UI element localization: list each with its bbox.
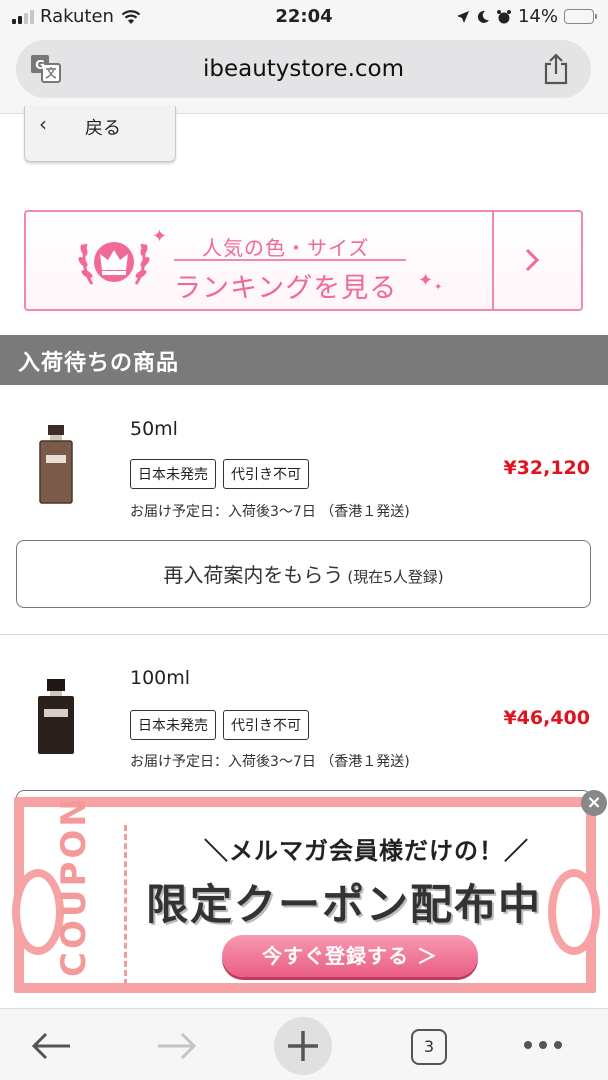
status-bar: Rakuten 22:04 14%: [0, 0, 608, 34]
coupon-popup[interactable]: COUPON ＼メルマガ会員様だけの！／ 限定クーポン配布中 今すぐ登録する ＞: [12, 795, 600, 993]
plus-icon: [288, 1031, 318, 1061]
browser-address-area: G ibeautystore.com: [0, 34, 608, 114]
section-title: 入荷待ちの商品: [18, 351, 180, 376]
coupon-card: COUPON ＼メルマガ会員様だけの！／ 限定クーポン配布中 今すぐ登録する ＞: [12, 795, 600, 985]
back-button[interactable]: ‹ 戻る: [24, 106, 176, 162]
coupon-register-button[interactable]: 今すぐ登録する ＞: [222, 935, 478, 977]
sparkle-icon: ✦: [434, 282, 443, 293]
new-tab-button[interactable]: [274, 1017, 332, 1075]
perfume-bottle-image: [38, 679, 74, 754]
delivery-estimate: お届け予定日：入荷後3〜7日 （香港１発送): [130, 504, 410, 520]
restock-notify-label: 再入荷案内をもらう: [163, 563, 344, 587]
address-bar[interactable]: G ibeautystore.com: [16, 40, 591, 98]
product-tags: 日本未発売 代引き不可: [130, 459, 309, 489]
product-volume: 50ml: [130, 418, 178, 440]
url-text: ibeautystore.com: [202, 56, 405, 82]
back-button-label: 戻る: [85, 118, 121, 139]
sparkle-icon: ✦: [418, 270, 434, 291]
coupon-vertical-label: COUPON: [54, 795, 94, 977]
delivery-estimate: お届け予定日：入荷後3〜7日 （香港１発送): [130, 754, 410, 770]
back-arrow-icon[interactable]: [30, 1031, 72, 1061]
battery-percent: 14%: [517, 6, 558, 27]
divider: [492, 212, 494, 309]
restock-notify-button[interactable]: 再入荷案内をもらう (現在5人登録): [16, 540, 591, 608]
product-item[interactable]: 50ml 日本未発売 代引き不可 ¥32,120 お届け予定日：入荷後3〜7日 …: [0, 385, 608, 635]
more-icon[interactable]: [522, 1039, 564, 1051]
ranking-banner[interactable]: ✦ ✦ ✦ 人気の色・サイズ ランキングを見る: [24, 210, 583, 311]
ranking-banner-line1: 人気の色・サイズ: [202, 236, 370, 260]
share-icon[interactable]: [543, 53, 569, 85]
coupon-notch: [548, 869, 600, 955]
status-right: 14%: [456, 6, 597, 27]
product-price: ¥32,120: [503, 457, 590, 479]
product-tag: 日本未発売: [130, 710, 216, 740]
crown-laurel-icon: [78, 242, 150, 285]
browser-toolbar: 3: [0, 1008, 608, 1080]
section-header: 入荷待ちの商品: [0, 335, 608, 385]
divider: [174, 259, 406, 261]
battery-icon: [564, 9, 597, 24]
chevron-right-icon: [525, 248, 540, 272]
product-tags: 日本未発売 代引き不可: [130, 710, 309, 740]
product-tag: 日本未発売: [130, 459, 216, 489]
location-icon: [456, 10, 469, 23]
coupon-heading: ＼メルマガ会員様だけの！／: [204, 837, 529, 865]
sparkle-icon: ✦: [152, 226, 168, 247]
restock-notify-count: (現在5人登録): [347, 568, 444, 586]
product-tag: 代引き不可: [223, 710, 309, 740]
product-volume: 100ml: [130, 667, 191, 689]
ranking-banner-line2: ランキングを見る: [174, 273, 398, 304]
coupon-title: 限定クーポン配布中: [146, 880, 543, 929]
close-icon[interactable]: ×: [581, 790, 607, 816]
perfume-bottle-image: [39, 425, 73, 504]
alarm-icon: [496, 9, 511, 23]
product-tag: 代引き不可: [223, 459, 309, 489]
moon-icon: [477, 10, 489, 23]
product-price: ¥46,400: [503, 707, 590, 729]
coupon-perforation: [124, 825, 127, 985]
tabs-button[interactable]: 3: [411, 1029, 447, 1065]
chevron-left-icon: ‹: [39, 112, 47, 136]
coupon-register-label: 今すぐ登録する ＞: [262, 944, 438, 968]
product-item[interactable]: 100ml 日本未発売 代引き不可 ¥46,400 お届け予定日：入荷後3〜7日…: [0, 635, 608, 858]
forward-arrow-icon[interactable]: [156, 1031, 198, 1061]
